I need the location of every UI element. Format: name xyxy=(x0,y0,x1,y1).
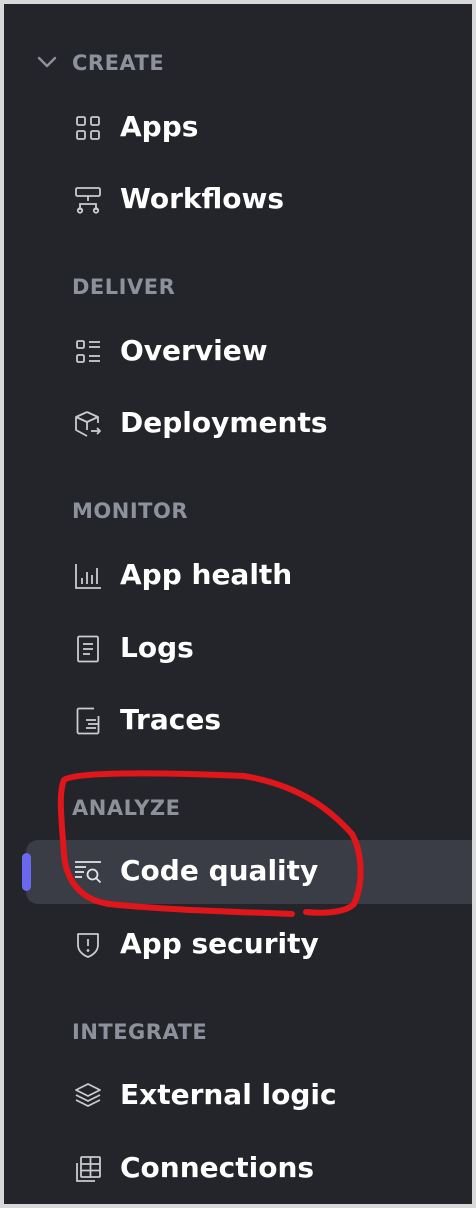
shield-alert-icon xyxy=(77,933,99,958)
section-title-monitor: MONITOR xyxy=(72,499,188,523)
section-title-integrate: INTEGRATE xyxy=(72,1020,208,1044)
bar-chart-icon xyxy=(75,564,101,589)
list-icon xyxy=(76,340,100,363)
section-title-create[interactable]: CREATE xyxy=(72,53,164,74)
trace-icon xyxy=(76,707,100,735)
table-icon xyxy=(76,1156,101,1182)
sidebar-item-app-security[interactable]: App security xyxy=(26,913,472,977)
sidebar-item-label: Connections xyxy=(120,1151,315,1184)
sidebar-item-logs[interactable]: Logs xyxy=(26,617,472,681)
sidebar-item-label: Deployments xyxy=(120,406,328,439)
sidebar-item-traces[interactable]: Traces xyxy=(26,689,472,753)
sidebar-item-label: Apps xyxy=(120,110,199,143)
sidebar-item-label: App security xyxy=(120,927,319,960)
code-search-icon xyxy=(75,861,102,884)
chevron-down-icon[interactable] xyxy=(36,54,58,70)
sidebar-item-label: Traces xyxy=(120,703,221,736)
section-title-analyze: ANALYZE xyxy=(72,796,181,820)
sidebar-item-overview[interactable]: Overview xyxy=(26,320,472,384)
workflow-icon xyxy=(75,187,101,214)
sidebar-item-workflows[interactable]: Workflows xyxy=(26,168,472,232)
section-title-deliver: DELIVER xyxy=(72,275,176,299)
sidebar-item-external-logic[interactable]: External logic xyxy=(26,1064,472,1128)
grid-icon xyxy=(76,116,100,140)
sidebar-item-apps[interactable]: Apps xyxy=(26,96,472,160)
sidebar-item-code-quality[interactable]: Code quality xyxy=(26,840,472,904)
sidebar-item-connections[interactable]: Connections xyxy=(26,1137,472,1201)
sidebar-item-label: External logic xyxy=(120,1078,337,1111)
document-icon xyxy=(77,635,99,663)
sidebar-item-deployments[interactable]: Deployments xyxy=(26,392,472,456)
sidebar-item-label: App health xyxy=(120,558,293,591)
sidebar-item-app-health[interactable]: App health xyxy=(26,544,472,608)
sidebar-item-label: Logs xyxy=(120,631,194,664)
package-icon xyxy=(75,411,101,437)
sidebar: CREATE Apps Workflows DELIVER Overview D… xyxy=(0,0,476,1208)
active-indicator xyxy=(22,853,31,891)
layers-icon xyxy=(75,1083,101,1107)
sidebar-item-label: Overview xyxy=(120,334,268,367)
sidebar-item-label: Code quality xyxy=(120,854,319,887)
sidebar-item-label: Workflows xyxy=(120,182,285,215)
